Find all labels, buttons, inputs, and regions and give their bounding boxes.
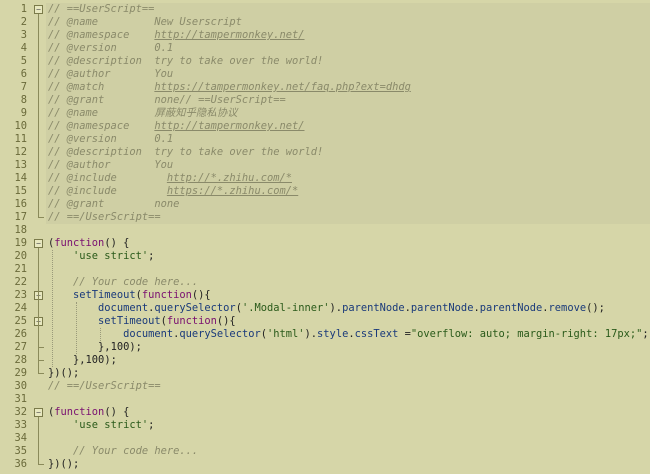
line-number: 34: [14, 432, 27, 444]
fold-range-end: [38, 347, 44, 348]
code-line[interactable]: })();: [48, 458, 79, 471]
fold-range-line: [38, 14, 39, 218]
line-number: 1: [20, 3, 27, 15]
line-number: 26: [14, 328, 27, 340]
code-line[interactable]: },100);: [48, 354, 117, 367]
code-line[interactable]: // ==UserScript==: [48, 3, 154, 16]
line-number: 33: [14, 419, 27, 431]
code-line[interactable]: setTimeout(function(){: [48, 289, 211, 302]
line-number: 31: [14, 393, 27, 405]
code-editor[interactable]: 1 2 3 4 5 6 7 8 9 10 11 12 13 14 15 16 17 18 19 20 21 22 23 24 2…: [0, 0, 650, 474]
code-line[interactable]: // ==/UserScript==: [48, 211, 161, 224]
code-line[interactable]: // @name 屏蔽知乎隐私协议: [48, 107, 237, 120]
code-line[interactable]: // @author You: [48, 68, 173, 81]
line-number: 23: [14, 289, 27, 301]
code-line[interactable]: // @description try to take over the wor…: [48, 146, 323, 159]
line-number: 27: [14, 341, 27, 353]
line-number: 13: [14, 159, 27, 171]
code-line[interactable]: // @author You: [48, 159, 173, 172]
line-number: 29: [14, 367, 27, 379]
line-number: 6: [20, 68, 27, 80]
line-number: 11: [14, 133, 27, 145]
line-number: 20: [14, 250, 27, 262]
code-line[interactable]: // @name New Userscript: [48, 16, 242, 29]
code-line[interactable]: // @version 0.1: [48, 42, 173, 55]
code-line[interactable]: // @grant none: [48, 198, 179, 211]
code-line[interactable]: 'use strict';: [48, 250, 154, 263]
code-line[interactable]: // @namespace http://tampermonkey.net/: [48, 29, 305, 42]
line-number: 30: [14, 380, 27, 392]
indent-guide: [76, 302, 78, 354]
line-number: 36: [14, 458, 27, 470]
code-line[interactable]: // ==/UserScript==: [48, 380, 161, 393]
code-line[interactable]: // @version 0.1: [48, 133, 173, 146]
fold-range-end: [38, 217, 44, 218]
line-number: 25: [14, 315, 27, 327]
line-number: 10: [14, 120, 27, 132]
line-number: 24: [14, 302, 27, 314]
line-number: 4: [20, 42, 27, 54]
line-number: 18: [14, 224, 27, 236]
code-line[interactable]: (function() {: [48, 237, 129, 250]
code-line[interactable]: 'use strict';: [48, 419, 154, 432]
line-number: 7: [20, 81, 27, 93]
fold-range-end: [38, 373, 44, 374]
code-line[interactable]: // Your code here...: [48, 445, 198, 458]
code-line[interactable]: // @include http://*.zhihu.com/*: [48, 172, 292, 185]
code-line[interactable]: document.querySelector('.Modal-inner').p…: [48, 302, 605, 315]
line-number: 14: [14, 172, 27, 184]
code-line[interactable]: },100);: [48, 341, 142, 354]
code-line[interactable]: // @match https://tampermonkey.net/faq.p…: [48, 81, 411, 94]
code-line[interactable]: (function() {: [48, 406, 129, 419]
line-number-gutter: 1 2 3 4 5 6 7 8 9 10 11 12 13 14 15 16 17 18 19 20 21 22 23 24 2…: [0, 0, 32, 474]
line-number: 32: [14, 406, 27, 418]
line-number: 16: [14, 198, 27, 210]
line-number: 22: [14, 276, 27, 288]
code-line[interactable]: })();: [48, 367, 79, 380]
code-line[interactable]: // Your code here...: [48, 276, 198, 289]
fold-range-end: [38, 360, 44, 361]
fold-range-line: [38, 417, 39, 465]
line-number: 28: [14, 354, 27, 366]
line-number: 5: [20, 55, 27, 67]
code-line[interactable]: document.querySelector('html').style.css…: [48, 328, 649, 341]
line-number: 19: [14, 237, 27, 249]
line-number: 9: [20, 107, 27, 119]
line-number: 17: [14, 211, 27, 223]
fold-range-end: [38, 464, 44, 465]
line-number: 2: [20, 16, 27, 28]
line-number: 21: [14, 263, 27, 275]
line-number: 35: [14, 445, 27, 457]
line-number: 12: [14, 146, 27, 158]
fold-toggle-icon[interactable]: −: [34, 408, 43, 417]
code-line[interactable]: // @description try to take over the wor…: [48, 55, 323, 68]
code-line[interactable]: // @grant none// ==UserScript==: [48, 94, 286, 107]
fold-toggle-icon[interactable]: −: [34, 239, 43, 248]
fold-toggle-icon[interactable]: −: [34, 5, 43, 14]
code-line[interactable]: // @include https://*.zhihu.com/*: [48, 185, 298, 198]
line-number: 15: [14, 185, 27, 197]
line-number: 3: [20, 29, 27, 41]
line-number: 8: [20, 94, 27, 106]
code-line[interactable]: // @namespace http://tampermonkey.net/: [48, 120, 305, 133]
indent-guide: [100, 328, 102, 341]
fold-range-line: [38, 326, 39, 348]
indent-guide: [52, 250, 54, 367]
